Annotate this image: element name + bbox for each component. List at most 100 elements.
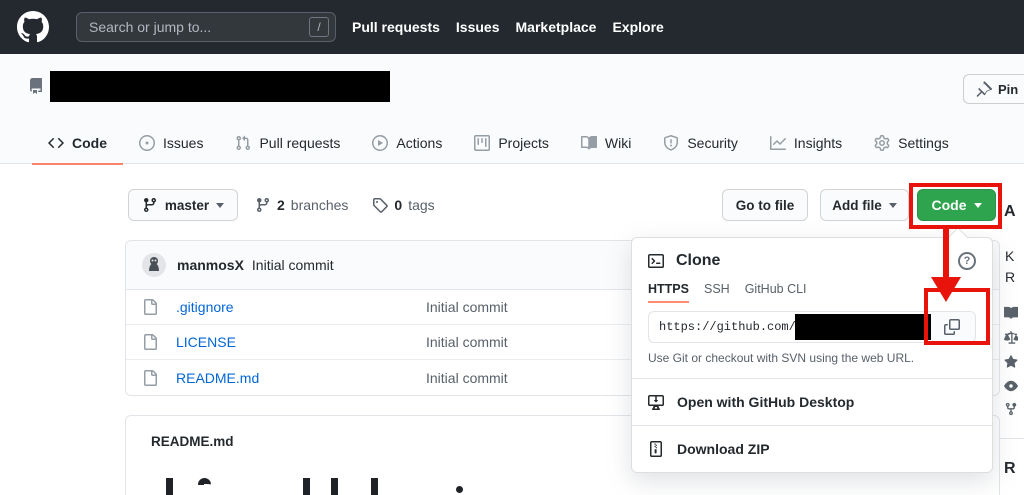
terminal-icon [648,253,664,269]
chevron-down-icon [889,203,897,208]
code-dropdown-popup: Clone ? HTTPS SSH GitHub CLI https://git… [631,237,993,473]
code-icon [48,135,64,151]
top-nav-links: Pull requests Issues Marketplace Explore [352,19,664,35]
add-file-label: Add file [832,198,882,213]
releases-heading-partial: R [1004,460,1016,478]
file-icon [142,299,176,315]
top-navigation-bar: / Pull requests Issues Marketplace Explo… [0,0,1024,54]
tab-settings[interactable]: Settings [858,122,965,164]
branch-selector-button[interactable]: master [128,189,238,221]
clone-protocol-tabs: HTTPS SSH GitHub CLI [648,282,976,303]
branches-link[interactable]: 2 branches [255,197,348,213]
branch-name: master [165,198,209,213]
copy-url-button[interactable] [927,312,975,342]
repo-counters: 2 branches 0 tags [255,189,435,221]
redacted-repo-name [50,71,390,102]
tab-label: Issues [163,135,203,151]
clone-url-prefix: https://github.com/ [659,320,796,334]
desktop-download-icon [648,394,664,410]
play-icon [372,135,388,151]
gear-icon [874,135,890,151]
tab-label: Code [72,135,107,151]
repo-icon [28,78,44,94]
annotation-arrow [943,229,949,279]
nav-issues[interactable]: Issues [456,19,500,35]
clone-url-field: https://github.com/ [648,311,976,343]
tab-label: Wiki [605,135,631,151]
readme-filename: README.md [151,434,234,449]
commit-author[interactable]: manmosX [177,257,244,273]
tags-word: tags [408,197,434,213]
download-zip-label: Download ZIP [677,441,770,457]
repo-header-area: Pin Code Issues Pull requests Actions Pr… [0,54,1024,164]
commit-message[interactable]: Initial commit [252,257,334,273]
go-to-file-button[interactable]: Go to file [722,189,808,221]
readme-book-icon [1004,306,1018,320]
tab-label: Insights [794,135,842,151]
file-name[interactable]: LICENSE [176,334,426,350]
tab-label: Settings [898,135,949,151]
tab-pull-requests[interactable]: Pull requests [219,122,356,164]
tab-projects[interactable]: Projects [458,122,565,164]
about-description-partial: R [1005,269,1015,285]
eye-icon [1004,379,1018,393]
tab-issues[interactable]: Issues [123,122,219,164]
tab-code[interactable]: Code [32,122,123,164]
annotation-arrow-head [931,277,961,302]
nav-pull-requests[interactable]: Pull requests [352,19,440,35]
tab-actions[interactable]: Actions [356,122,458,164]
global-search: / [76,12,336,42]
tag-icon [372,197,388,213]
chevron-down-icon [216,203,224,208]
file-name[interactable]: README.md [176,370,426,386]
clone-section: Clone ? HTTPS SSH GitHub CLI https://git… [632,238,992,378]
tab-security[interactable]: Security [647,122,754,164]
tab-https[interactable]: HTTPS [648,282,689,303]
search-input[interactable] [76,12,336,42]
github-repo-page: / Pull requests Issues Marketplace Explo… [0,0,1024,495]
code-button[interactable]: Code [917,189,996,221]
pull-request-icon [235,135,251,151]
tab-wiki[interactable]: Wiki [565,122,647,164]
pin-button[interactable]: Pin [963,74,1024,104]
issue-icon [139,135,155,151]
help-icon[interactable]: ? [958,252,976,270]
star-icon [1004,355,1018,369]
fork-icon [1004,402,1018,416]
tags-link[interactable]: 0 tags [372,197,434,213]
pin-label: Pin [998,82,1018,97]
branches-word: branches [291,197,349,213]
tab-insights[interactable]: Insights [754,122,858,164]
download-zip[interactable]: Download ZIP [632,425,992,472]
file-name[interactable]: .gitignore [176,299,426,315]
law-icon [1004,331,1018,345]
copy-icon [944,319,960,335]
branches-count: 2 [277,197,285,213]
add-file-button[interactable]: Add file [820,189,909,221]
file-icon [142,370,176,386]
nav-explore[interactable]: Explore [612,19,663,35]
redacted-clone-url [795,314,931,340]
tab-label: Security [687,135,738,151]
slash-shortcut-badge: / [309,17,329,37]
commit-author-avatar[interactable] [142,253,166,277]
open-with-github-desktop[interactable]: Open with GitHub Desktop [632,378,992,425]
sidebar-divider [1000,438,1024,439]
file-zip-icon [648,441,664,457]
github-logo-icon[interactable] [17,11,49,43]
tab-label: Pull requests [259,135,340,151]
repo-tab-bar: Code Issues Pull requests Actions Projec… [32,122,965,164]
tab-label: Projects [498,135,549,151]
tab-label: Actions [396,135,442,151]
code-button-label: Code [932,197,967,213]
git-branch-icon [142,197,158,213]
tab-ssh[interactable]: SSH [704,282,730,303]
clone-caption: Use Git or checkout with SVN using the w… [648,351,976,365]
about-heading-partial: A [1004,203,1016,221]
shield-icon [663,135,679,151]
tab-github-cli[interactable]: GitHub CLI [745,282,807,303]
clone-title: Clone [676,252,720,270]
open-desktop-label: Open with GitHub Desktop [677,394,854,410]
nav-marketplace[interactable]: Marketplace [516,19,597,35]
file-icon [142,334,176,350]
